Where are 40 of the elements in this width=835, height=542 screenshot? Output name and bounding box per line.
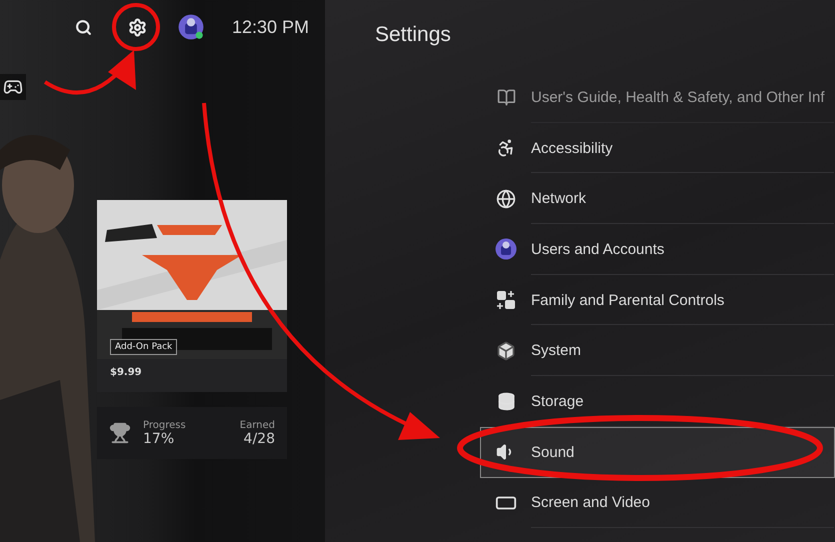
book-icon	[496, 88, 516, 107]
settings-item[interactable]: User's Guide, Health & Safety, and Other Inf	[480, 72, 835, 123]
settings-item-label: Family and Parental Controls	[531, 292, 724, 309]
settings-title: Settings	[375, 23, 451, 47]
settings-item-label: System	[531, 342, 582, 360]
settings-item-label: Sound	[531, 444, 574, 461]
product-card[interactable]: Add-On Pack $9.99	[97, 200, 287, 392]
settings-item[interactable]: Family and Parental Controls	[480, 274, 835, 326]
settings-item[interactable]: Accessibility	[480, 122, 835, 174]
trophy-icon	[109, 422, 131, 444]
settings-item-label: User's Guide, Health & Safety, and Other Inf	[531, 88, 825, 106]
progress-label: Progress	[143, 420, 186, 430]
settings-icon	[128, 18, 146, 36]
family-icon	[496, 290, 516, 310]
search-icon	[74, 18, 92, 36]
settings-item[interactable]: Sound	[480, 426, 835, 478]
settings-item[interactable]: Screen and Video	[480, 478, 835, 528]
avatar-icon	[178, 14, 204, 40]
settings-item-label: Accessibility	[531, 140, 613, 157]
settings-item-label: Network	[531, 190, 586, 208]
earned-label: Earned	[240, 420, 275, 430]
product-price: $9.99	[110, 367, 143, 378]
product-tag: Add-On Pack	[110, 339, 178, 355]
settings-item-label: Screen and Video	[531, 494, 650, 512]
trophy-card[interactable]: Progress 17% Earned 4/28	[97, 407, 287, 459]
cube-icon	[496, 340, 516, 361]
settings-item[interactable]: Network	[480, 173, 835, 224]
settings-item-label: Users and Accounts	[531, 240, 664, 258]
globe-icon	[496, 188, 516, 209]
game-hub-button[interactable]	[0, 74, 26, 100]
avatar-icon	[495, 238, 517, 260]
annotation-circle	[112, 3, 160, 51]
settings-item[interactable]: Users and Accounts	[480, 224, 835, 275]
earned-value: 4/28	[244, 430, 275, 446]
settings-item-label: Storage	[531, 392, 584, 410]
settings-item[interactable]: Storage	[480, 376, 835, 427]
database-icon	[496, 392, 516, 411]
progress-value: 17%	[143, 430, 174, 446]
settings-item[interactable]: System	[480, 325, 835, 376]
clock-time: 12:30 PM	[232, 16, 310, 38]
